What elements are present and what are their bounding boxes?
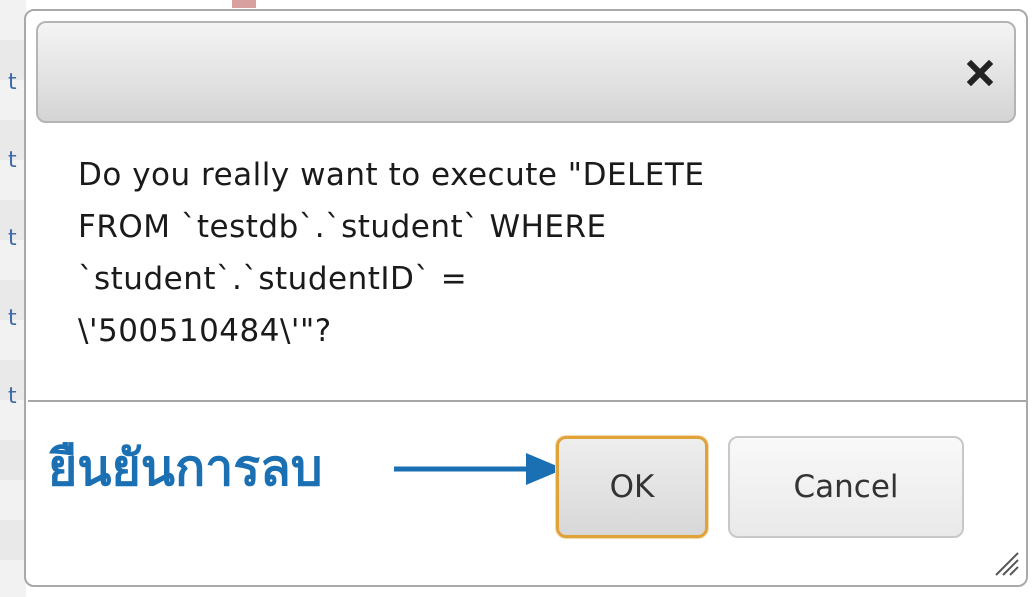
arrow-right-icon: [394, 453, 564, 485]
dialog-message: Do you really want to execute "DELETE FR…: [78, 157, 705, 349]
close-button[interactable]: [962, 55, 998, 91]
annotation-label: ยืนยันการลบ: [48, 439, 323, 497]
background-row-text: t: [8, 148, 17, 173]
background-row-text: t: [8, 384, 17, 409]
dialog-titlebar[interactable]: [36, 21, 1016, 123]
screen: t t t t t Do you really want to execute …: [0, 0, 1034, 597]
background-table-edge: t t t t t: [0, 0, 26, 597]
background-row-text: t: [8, 306, 17, 331]
resize-grip-icon[interactable]: [992, 549, 1020, 577]
background-row-text: t: [8, 226, 17, 251]
button-pane-divider: [28, 400, 1026, 402]
cancel-button[interactable]: Cancel: [728, 436, 964, 538]
close-icon: [967, 60, 993, 86]
background-row-text: t: [8, 70, 17, 95]
ok-button[interactable]: OK: [556, 436, 708, 538]
confirm-dialog: Do you really want to execute "DELETE FR…: [24, 9, 1028, 587]
background-icon: [232, 0, 256, 8]
